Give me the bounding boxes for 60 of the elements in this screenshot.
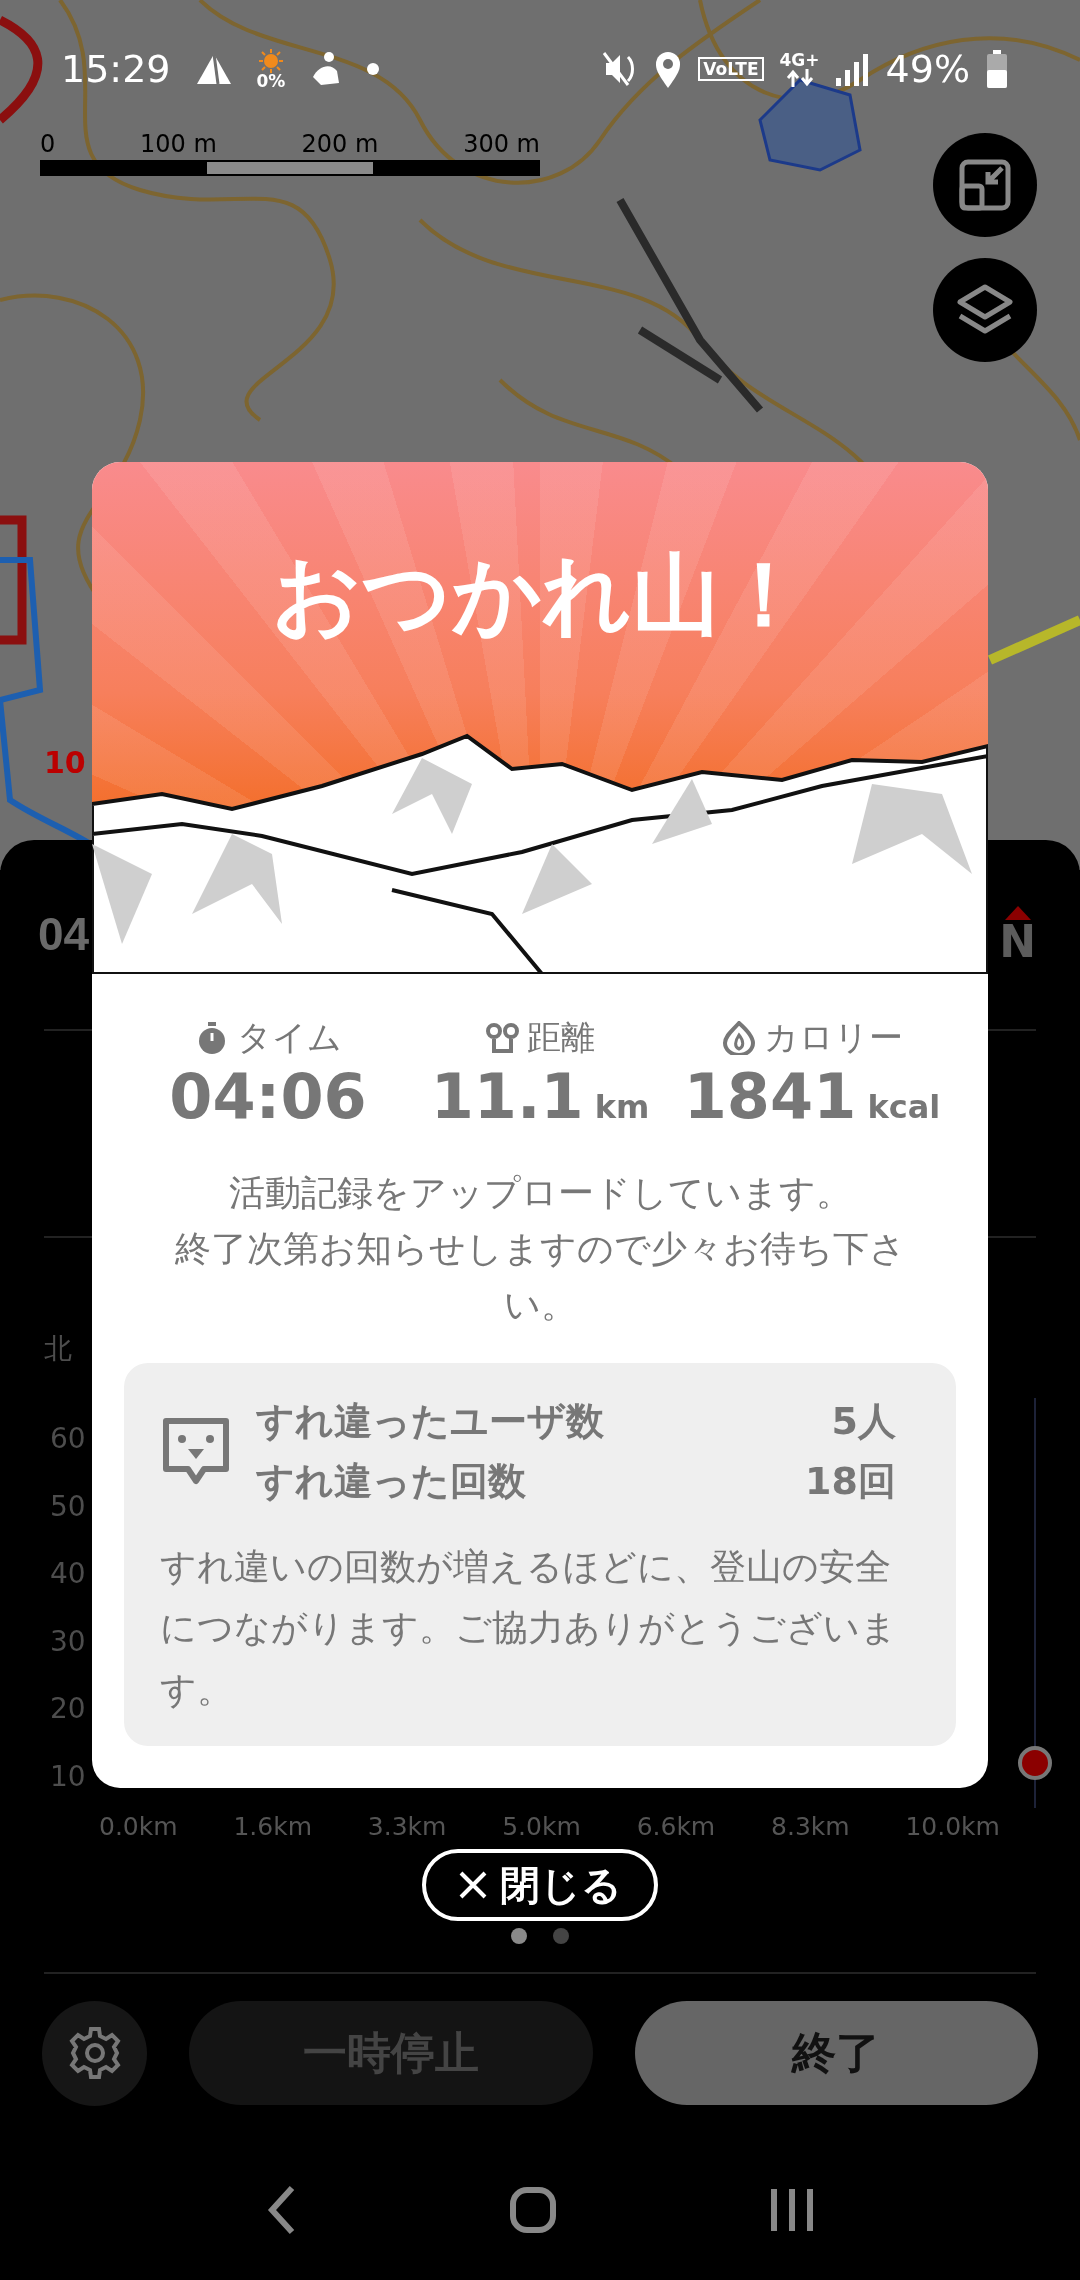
dot-icon <box>367 63 380 75</box>
stat-value: 1841 kcal <box>683 1063 941 1132</box>
encounter-note: すれ違いの回数が増えるほどに、登山の安全につながります。ご協力ありがとうございます。 <box>160 1545 898 1712</box>
battery-icon <box>986 50 1008 88</box>
elapsed-time: 04 <box>38 907 90 962</box>
axis-label: 10 <box>50 1758 87 1795</box>
clock-time: 15:29 <box>61 45 171 93</box>
stat-label: タイム <box>236 1016 342 1059</box>
finish-button[interactable]: 終了 <box>634 2001 1038 2105</box>
encounter-value: 18回 <box>805 1458 896 1506</box>
stat-label: 距離 <box>527 1016 595 1059</box>
axis-label: 30 <box>50 1623 87 1660</box>
network-type: 4G+ <box>779 51 820 69</box>
sun-icon <box>258 48 283 73</box>
axis-label: 8.3km <box>771 1811 850 1843</box>
north-arrow-icon <box>1004 905 1031 920</box>
encounter-value: 5人 <box>831 1397 896 1445</box>
data-arrows-icon <box>785 68 814 87</box>
scale-label: 200 m <box>301 132 379 156</box>
scale-label: 100 m <box>140 132 217 156</box>
axis-label: 0.0km <box>99 1811 178 1843</box>
axis-label: 6.6km <box>636 1811 716 1843</box>
status-message: 終了次第お知らせしますので少々お待ち下さい。 <box>173 1227 907 1327</box>
stat-label: カロリー <box>763 1016 903 1059</box>
axis-label: 20 <box>50 1691 87 1728</box>
scale-label: 0 <box>40 132 56 156</box>
battery-percent: 49% <box>885 45 970 93</box>
scale-label: 300 m <box>463 132 540 156</box>
location-pin-icon <box>654 50 683 88</box>
mountain-icon <box>194 52 233 86</box>
axis-label: 3.3km <box>367 1811 447 1843</box>
recent-apps-icon[interactable] <box>769 2187 814 2233</box>
stat-value: 04:06 <box>169 1063 367 1132</box>
page-dot[interactable] <box>553 1928 569 1944</box>
axis-label: 50 <box>50 1488 87 1525</box>
home-icon[interactable] <box>509 2186 557 2234</box>
weather-reading: 0% <box>256 72 286 90</box>
axis-label: 40 <box>50 1556 87 1593</box>
axis-label: 60 <box>50 1421 87 1457</box>
encounter-label: すれ違ったユーザ数 <box>256 1397 604 1445</box>
back-icon[interactable] <box>266 2184 297 2236</box>
status-message: 活動記録をアップロードしています。 <box>227 1171 853 1216</box>
axis-label: 1.6km <box>233 1811 312 1843</box>
axis-label: 5.0km <box>502 1811 581 1843</box>
compass-label: N <box>999 919 1036 964</box>
encounter-label: すれ違った回数 <box>256 1458 526 1506</box>
signal-icon <box>835 52 870 86</box>
position-marker <box>1018 1746 1052 1780</box>
volte-label: VoLTE <box>698 56 764 82</box>
route-label: 10 <box>44 744 86 782</box>
dialog-title: おつかれ山！ <box>271 542 809 648</box>
axis-label: 10.0km <box>905 1811 1000 1843</box>
page-dot[interactable] <box>511 1928 527 1944</box>
flame-icon <box>721 1020 756 1055</box>
close-button[interactable]: 閉じる <box>422 1849 658 1921</box>
direction-label: 北 <box>44 1332 72 1365</box>
resize-icon <box>958 158 1012 212</box>
route-pins-icon <box>485 1020 519 1055</box>
close-icon <box>458 1870 488 1900</box>
stat-value: 11.1 km <box>430 1063 650 1132</box>
